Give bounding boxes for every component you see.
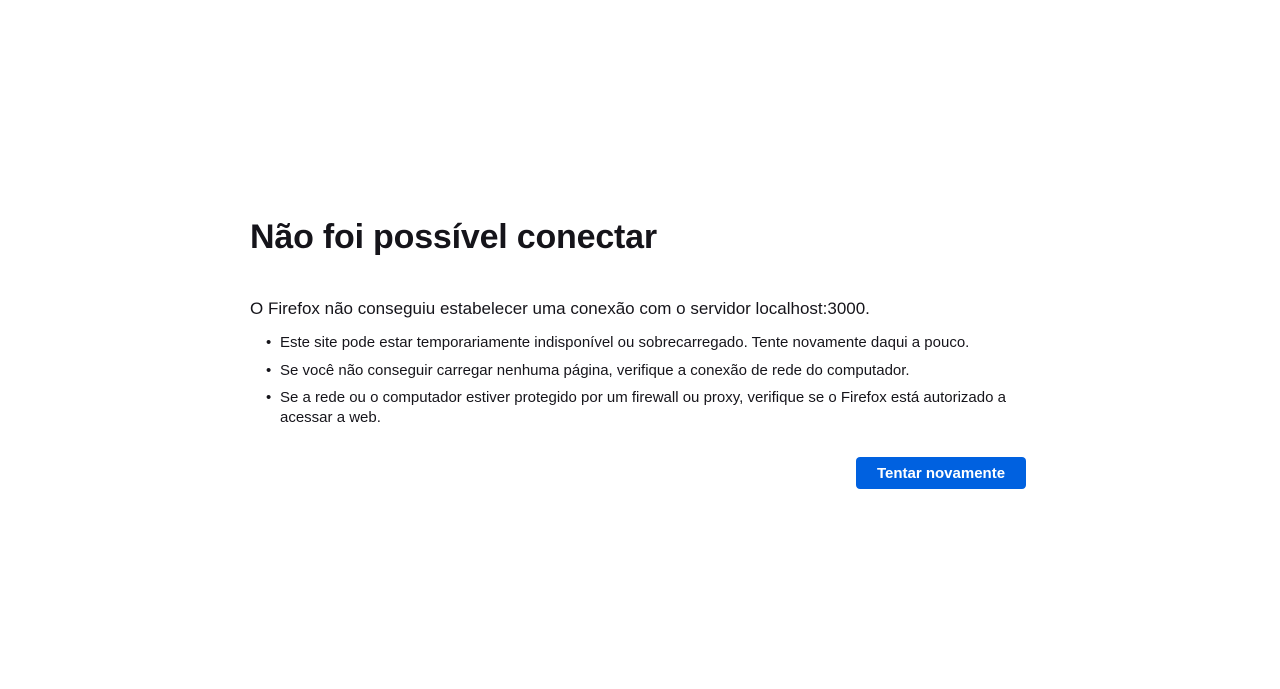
suggestion-text: Se você não conseguir carregar nenhuma p… bbox=[280, 361, 910, 379]
retry-button[interactable]: Tentar novamente bbox=[856, 457, 1026, 489]
suggestion-text: Se a rede ou o computador estiver proteg… bbox=[280, 389, 1006, 426]
page-title: Não foi possível conectar bbox=[250, 218, 657, 256]
button-row: Tentar novamente bbox=[250, 457, 1026, 489]
list-item: • Se a rede ou o computador estiver prot… bbox=[266, 388, 1026, 428]
list-item: • Se você não conseguir carregar nenhuma… bbox=[266, 361, 1026, 381]
list-item: • Este site pode estar temporariamente i… bbox=[266, 333, 1026, 353]
bullet-icon: • bbox=[266, 361, 272, 379]
error-description: O Firefox não conseguiu estabelecer uma … bbox=[250, 299, 870, 318]
error-page: Não foi possível conectar O Firefox não … bbox=[250, 214, 1026, 489]
bullet-icon: • bbox=[266, 334, 272, 351]
bullet-icon: • bbox=[266, 389, 272, 406]
suggestion-list: • Este site pode estar temporariamente i… bbox=[250, 333, 1026, 428]
suggestion-text: Este site pode estar temporariamente ind… bbox=[280, 334, 970, 351]
